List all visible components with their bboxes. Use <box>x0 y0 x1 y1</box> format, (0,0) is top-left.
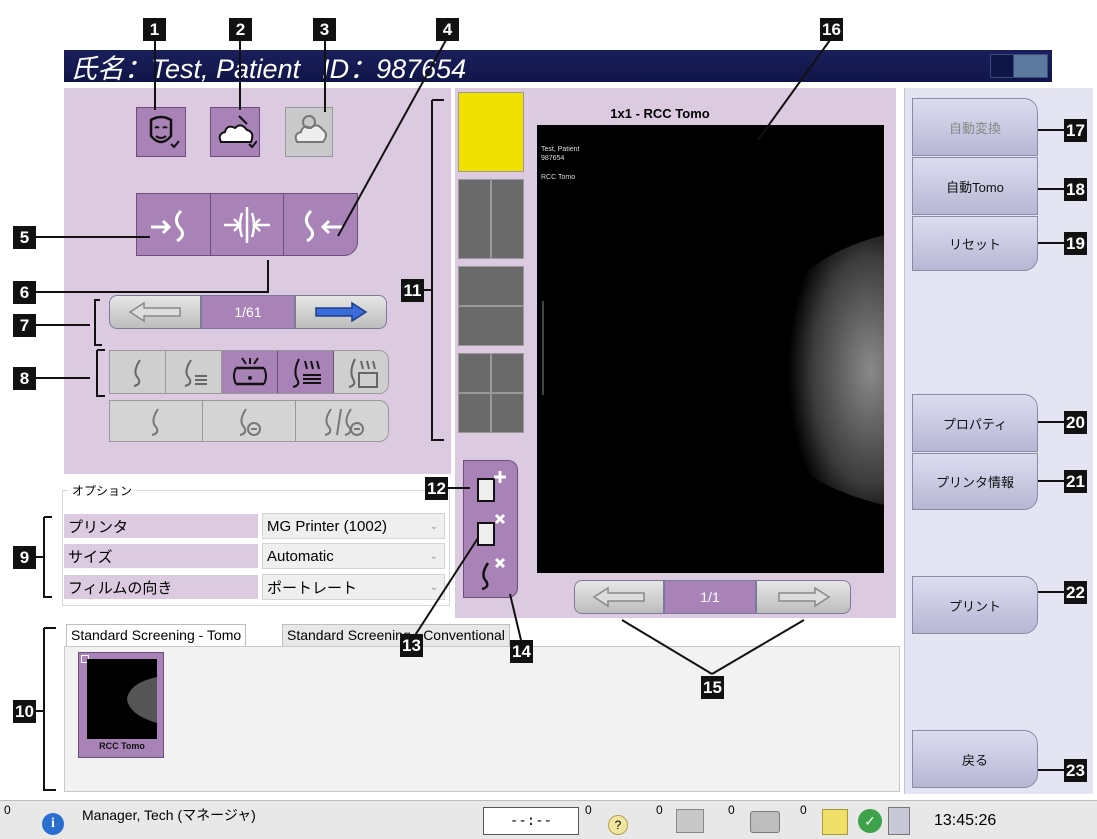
callout-4: 4 <box>436 18 459 41</box>
callout-22: 22 <box>1064 581 1087 604</box>
callout-19: 19 <box>1064 232 1087 255</box>
callout-11: 11 <box>401 279 424 302</box>
callout-14: 14 <box>510 640 533 663</box>
callout-1: 1 <box>143 18 166 41</box>
callout-3: 3 <box>313 18 336 41</box>
callout-13: 13 <box>400 634 423 657</box>
callout-2: 2 <box>229 18 252 41</box>
callout-6: 6 <box>13 281 36 304</box>
callout-7: 7 <box>13 314 36 337</box>
callout-20: 20 <box>1064 411 1087 434</box>
callout-leaders <box>36 39 1064 791</box>
callout-9: 9 <box>13 546 36 569</box>
callout-12: 12 <box>425 477 448 500</box>
callout-8: 8 <box>13 367 36 390</box>
callout-16: 16 <box>820 18 843 41</box>
callout-15: 15 <box>701 676 724 699</box>
callout-10: 10 <box>13 700 36 723</box>
callout-18: 18 <box>1064 178 1087 201</box>
callout-5: 5 <box>13 226 36 249</box>
callout-23: 23 <box>1064 759 1087 782</box>
callout-17: 17 <box>1064 119 1087 142</box>
callout-21: 21 <box>1064 470 1087 493</box>
